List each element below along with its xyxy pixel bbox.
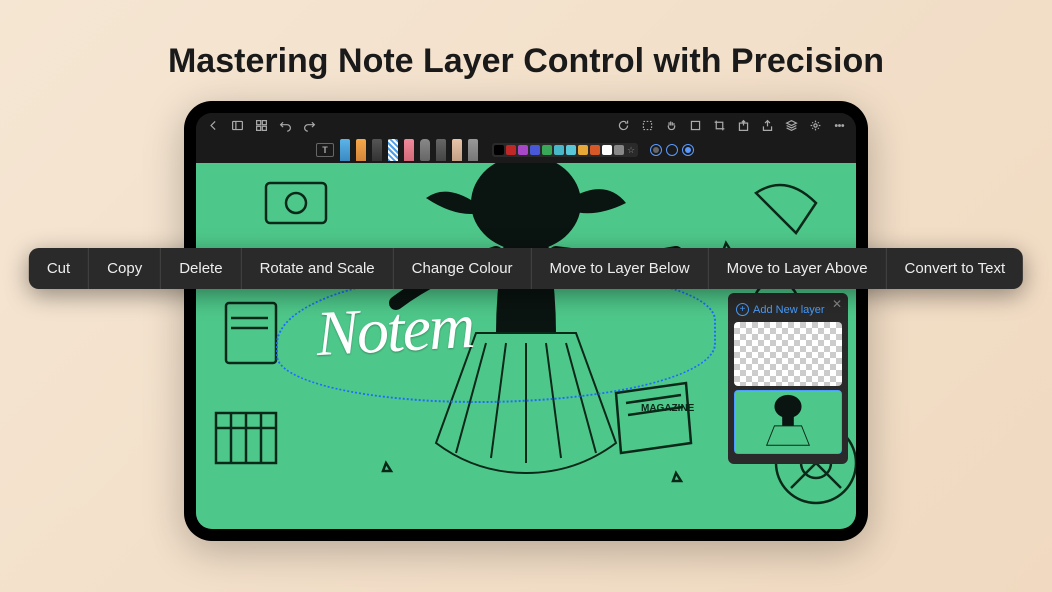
ctx-move-above[interactable]: Move to Layer Above [709,248,887,289]
swatch-7[interactable] [578,145,588,155]
tool-row: T ☆ [196,137,856,163]
swatch-0[interactable] [494,145,504,155]
swatch-favorite[interactable]: ☆ [626,145,636,155]
pen-orange[interactable] [356,139,366,161]
ctx-rotate-scale[interactable]: Rotate and Scale [242,248,394,289]
text-tool[interactable]: T [316,143,334,157]
pen-brush[interactable] [452,139,462,161]
more-icon[interactable] [832,118,846,132]
layer-panel: ✕ + Add New layer [728,293,848,464]
pen-pencil[interactable] [436,139,446,161]
swatch-2[interactable] [518,145,528,155]
pen-smudge[interactable] [420,139,430,161]
swatch-4[interactable] [542,145,552,155]
pen-blue[interactable] [340,139,350,161]
color-palette: ☆ [492,143,638,157]
magazine-label: MAGAZINE [641,403,695,414]
canvas-signature: Notem [314,289,475,371]
crop-icon[interactable] [712,118,726,132]
mode-b[interactable] [666,144,678,156]
grid-icon[interactable] [254,118,268,132]
tablet-frame: T ☆ [184,101,868,541]
select-icon[interactable] [640,118,654,132]
ctx-convert-text[interactable]: Convert to Text [887,248,1024,289]
swatch-10[interactable] [614,145,624,155]
swatch-1[interactable] [506,145,516,155]
toolbar-left-group [206,118,316,132]
export-icon[interactable] [736,118,750,132]
layer-thumb-artwork[interactable] [734,390,842,454]
context-menu: Cut Copy Delete Rotate and Scale Change … [29,248,1023,289]
share-icon[interactable] [760,118,774,132]
swatch-9[interactable] [602,145,612,155]
toolbar-right-group [616,118,846,132]
close-icon[interactable]: ✕ [832,297,842,311]
back-icon[interactable] [206,118,220,132]
plus-icon: + [736,303,749,316]
ctx-change-colour[interactable]: Change Colour [394,248,532,289]
tablet-screen: T ☆ [196,113,856,529]
swatch-8[interactable] [590,145,600,155]
ctx-delete[interactable]: Delete [161,248,241,289]
canvas[interactable]: MAGAZINE Notem [196,163,856,529]
swatch-6[interactable] [566,145,576,155]
mode-a[interactable] [650,144,662,156]
banner-title: Mastering Note Layer Control with Precis… [0,0,1052,101]
pen-highlighter[interactable] [388,139,398,161]
settings-icon[interactable] [808,118,822,132]
swatch-3[interactable] [530,145,540,155]
hand-icon[interactable] [664,118,678,132]
pen-dark[interactable] [372,139,382,161]
add-layer-label: Add New layer [753,304,825,316]
panel-icon[interactable] [230,118,244,132]
ctx-copy[interactable]: Copy [89,248,161,289]
layers-icon[interactable] [784,118,798,132]
pen-gray[interactable] [468,139,478,161]
fit-icon[interactable] [688,118,702,132]
refresh-icon[interactable] [616,118,630,132]
add-layer-button[interactable]: + Add New layer [734,299,842,322]
redo-icon[interactable] [302,118,316,132]
swatch-5[interactable] [554,145,564,155]
pen-pink-eraser[interactable] [404,139,414,161]
ctx-cut[interactable]: Cut [29,248,89,289]
layer-thumb-empty[interactable] [734,322,842,386]
mode-c[interactable] [682,144,694,156]
top-toolbar [196,113,856,137]
ctx-move-below[interactable]: Move to Layer Below [532,248,709,289]
undo-icon[interactable] [278,118,292,132]
mode-controls [650,144,694,156]
